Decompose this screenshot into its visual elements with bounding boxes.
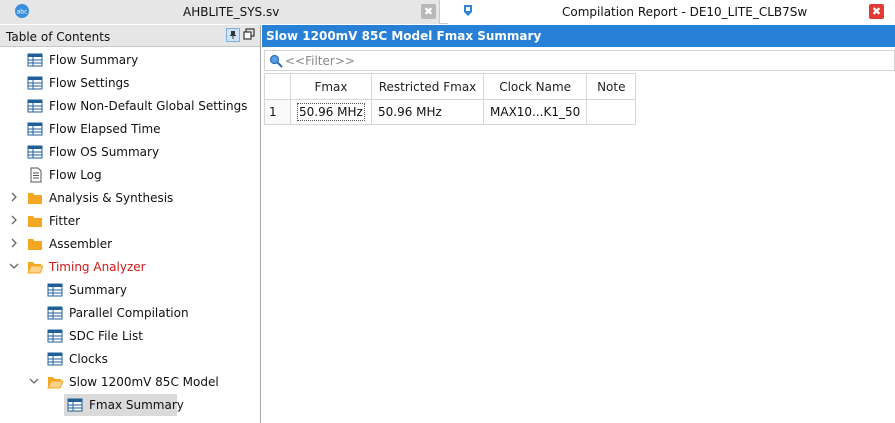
cell-note[interactable] — [586, 99, 637, 125]
column-header-row-number[interactable] — [264, 73, 291, 100]
table-icon — [27, 145, 43, 159]
table-header-row: Fmax Restricted Fmax Clock Name Note — [264, 73, 637, 100]
table-icon — [47, 329, 63, 343]
toc-item-fitter[interactable]: Fitter — [0, 211, 260, 231]
chevron-right-icon[interactable] — [9, 192, 19, 202]
table-icon — [47, 306, 63, 320]
table-row[interactable]: 1 50.96 MHz 50.96 MHz MAX10...K1_50 — [264, 99, 637, 125]
table-icon — [27, 76, 43, 90]
toc-item-flow-os-summary[interactable]: Flow OS Summary — [0, 142, 260, 162]
toc-item-assembler[interactable]: Assembler — [0, 234, 260, 254]
toc-item-fmax-summary[interactable]: Fmax Summary — [0, 394, 260, 416]
sv-file-icon: abc — [15, 4, 29, 18]
toc-item-slow-1200mv-85c-model[interactable]: Slow 1200mV 85C Model — [0, 372, 260, 392]
folder-open-icon — [47, 377, 63, 389]
cell-fmax-value: 50.96 MHz — [297, 103, 365, 121]
table-icon — [27, 122, 43, 136]
table-icon — [47, 352, 63, 366]
tab-title: Compilation Report - DE10_LITE_CLB7Sw — [562, 5, 808, 19]
chevron-down-icon[interactable] — [9, 261, 19, 271]
toc-item-analysis-synthesis[interactable]: Analysis & Synthesis — [0, 188, 260, 208]
report-title-bar: Slow 1200mV 85C Model Fmax Summary — [262, 25, 895, 47]
folder-icon — [28, 216, 42, 227]
close-icon[interactable]: ✖ — [869, 4, 884, 19]
chevron-right-icon[interactable] — [9, 215, 19, 225]
tab-ahblite-sys[interactable]: abc AHBLITE_SYS.sv ✖ — [0, 0, 440, 24]
svg-text:abc: abc — [17, 9, 28, 16]
search-icon — [269, 54, 283, 68]
report-title: Slow 1200mV 85C Model Fmax Summary — [266, 29, 542, 43]
report-panel: Slow 1200mV 85C Model Fmax Summary <<Fil… — [262, 25, 895, 423]
tab-compilation-report[interactable]: Compilation Report - DE10_LITE_CLB7Sw ✖ — [448, 0, 895, 24]
table-icon — [47, 283, 63, 297]
folder-open-icon — [27, 262, 43, 274]
tab-title: AHBLITE_SYS.sv — [183, 5, 280, 19]
toc-item-flow-elapsed-time[interactable]: Flow Elapsed Time — [0, 119, 260, 139]
toc-item-flow-summary[interactable]: Flow Summary — [0, 50, 260, 70]
chevron-down-icon[interactable] — [29, 376, 39, 386]
toc-item-flow-log[interactable]: Flow Log — [0, 165, 260, 185]
toc-item-sdc-file-list[interactable]: SDC File List — [0, 326, 260, 346]
table-icon — [67, 398, 83, 412]
column-header-note[interactable]: Note — [586, 73, 637, 100]
cell-fmax[interactable]: 50.96 MHz — [290, 99, 372, 125]
toc-item-flow-non-default-global-settings[interactable]: Flow Non-Default Global Settings — [0, 96, 260, 116]
folder-icon — [28, 239, 42, 250]
close-icon[interactable]: ✖ — [421, 4, 436, 19]
column-header-restricted-fmax[interactable]: Restricted Fmax — [371, 73, 484, 100]
toc-header: Table of Contents — [0, 25, 260, 47]
table-icon — [27, 53, 43, 67]
toc-item-parallel-compilation[interactable]: Parallel Compilation — [0, 303, 260, 323]
document-icon — [30, 167, 42, 183]
report-icon — [464, 5, 472, 16]
tab-bar: abc AHBLITE_SYS.sv ✖ Compilation Report … — [0, 0, 895, 24]
filter-placeholder: <<Filter>> — [285, 54, 355, 68]
column-header-fmax[interactable]: Fmax — [290, 73, 372, 100]
restore-window-icon[interactable] — [243, 28, 255, 40]
toc-item-clocks[interactable]: Clocks — [0, 349, 260, 369]
folder-icon — [28, 193, 42, 204]
cell-restricted-fmax[interactable]: 50.96 MHz — [371, 99, 484, 125]
filter-input[interactable]: <<Filter>> — [264, 50, 895, 71]
fmax-summary-table: Fmax Restricted Fmax Clock Name Note 1 5… — [264, 73, 637, 125]
column-header-clock-name[interactable]: Clock Name — [482, 73, 588, 100]
cell-clock-name[interactable]: MAX10...K1_50 — [482, 99, 588, 125]
toc-item-flow-settings[interactable]: Flow Settings — [0, 73, 260, 93]
pin-icon[interactable] — [226, 28, 240, 42]
toc-title: Table of Contents — [6, 30, 111, 44]
table-icon — [27, 99, 43, 113]
row-number: 1 — [264, 99, 291, 125]
table-of-contents-panel: Table of Contents Flow Summary Flow Sett… — [0, 25, 261, 423]
chevron-right-icon[interactable] — [9, 238, 19, 248]
toc-item-timing-analyzer[interactable]: Timing Analyzer — [0, 257, 260, 277]
toc-item-summary[interactable]: Summary — [0, 280, 260, 300]
